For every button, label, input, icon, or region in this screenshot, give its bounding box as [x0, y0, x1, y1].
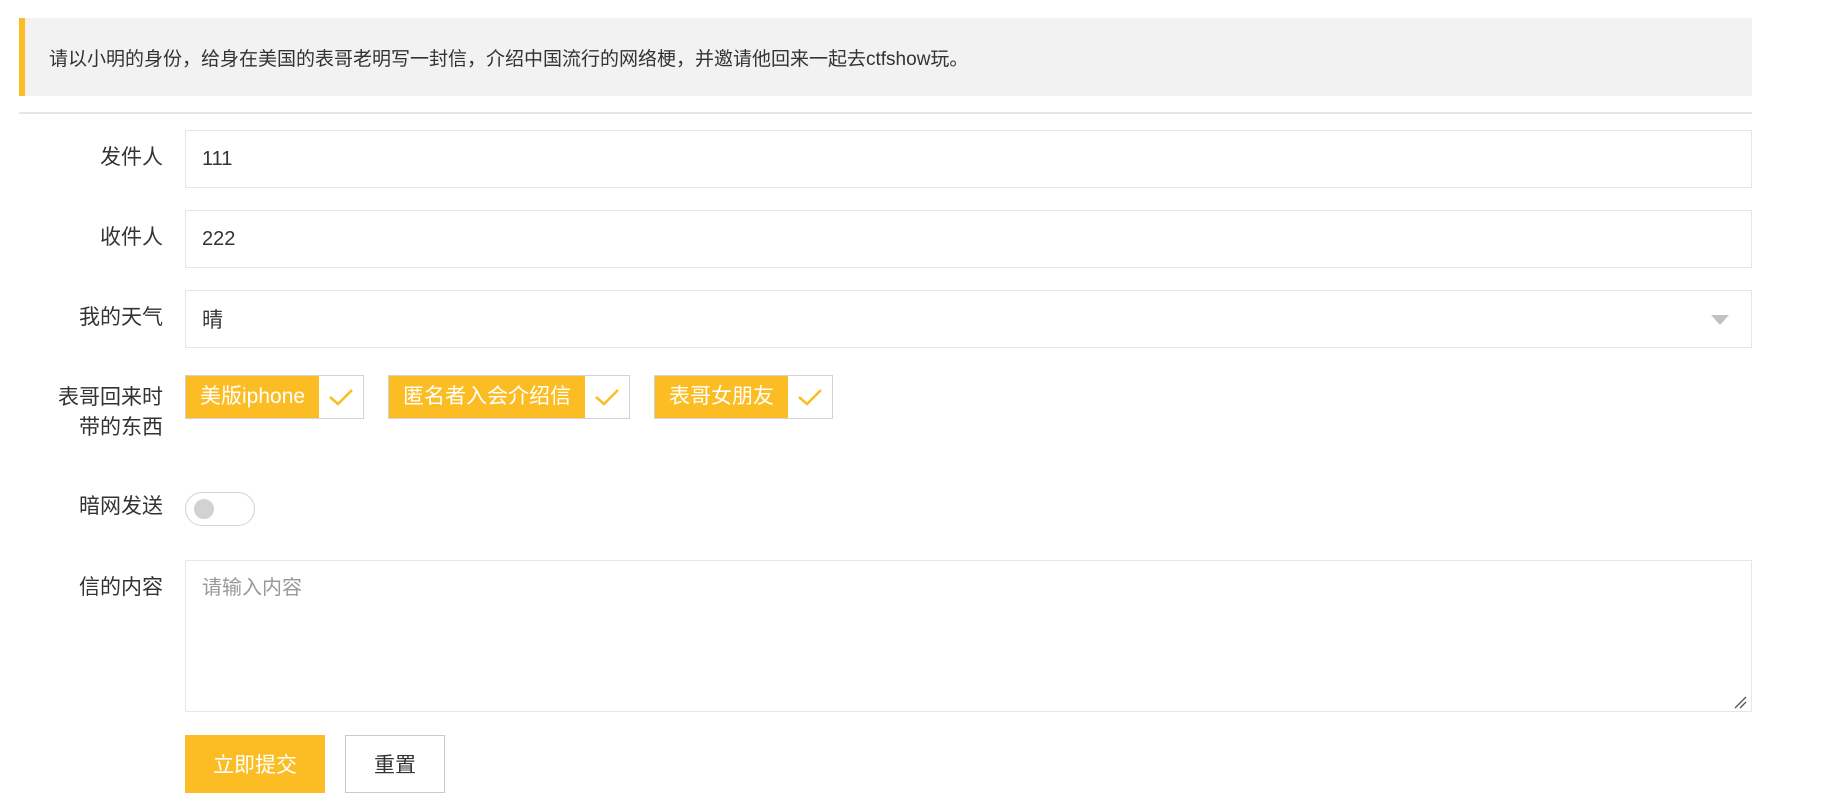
recipient-input[interactable]	[185, 210, 1752, 268]
darknet-toggle[interactable]	[185, 492, 255, 526]
item-checkbox-girlfriend[interactable]: 表哥女朋友	[654, 375, 833, 419]
items-label-line2: 带的东西	[79, 416, 163, 439]
prompt-text: 请以小明的身份，给身在美国的表哥老明写一封信，介绍中国流行的网络梗，并邀请他回来…	[49, 48, 969, 70]
reset-button[interactable]: 重置	[345, 735, 445, 793]
sender-label: 发件人	[100, 146, 163, 169]
toggle-knob	[194, 499, 214, 519]
submit-button[interactable]: 立即提交	[185, 735, 325, 793]
recipient-label: 收件人	[100, 226, 163, 249]
resize-grip-icon[interactable]	[1733, 695, 1747, 709]
sender-input[interactable]	[185, 130, 1752, 188]
chevron-down-icon	[1711, 315, 1729, 325]
letter-form-page: 请以小明的身份，给身在美国的表哥老明写一封信，介绍中国流行的网络梗，并邀请他回来…	[0, 0, 1848, 809]
item-checkbox-label: 表哥女朋友	[655, 376, 788, 418]
item-checkbox-label: 匿名者入会介绍信	[389, 376, 585, 418]
weather-selected-value: 晴	[202, 309, 223, 332]
darknet-label: 暗网发送	[79, 495, 163, 518]
content-label: 信的内容	[79, 576, 163, 599]
prompt-blockquote: 请以小明的身份，给身在美国的表哥老明写一封信，介绍中国流行的网络梗，并邀请他回来…	[19, 18, 1752, 96]
items-label-line1: 表哥回来时	[58, 386, 163, 409]
weather-select[interactable]: 晴	[185, 290, 1752, 348]
content-textarea[interactable]	[185, 560, 1752, 712]
items-label: 表哥回来时 带的东西	[19, 383, 163, 443]
weather-label: 我的天气	[79, 306, 163, 329]
checkmark-icon	[585, 376, 629, 418]
checkmark-icon	[788, 376, 832, 418]
item-checkbox-iphone[interactable]: 美版iphone	[185, 375, 365, 419]
checkmark-icon	[319, 376, 363, 418]
item-checkbox-label: 美版iphone	[186, 376, 320, 418]
item-checkbox-anonymous-letter[interactable]: 匿名者入会介绍信	[388, 375, 630, 419]
divider	[19, 112, 1752, 114]
